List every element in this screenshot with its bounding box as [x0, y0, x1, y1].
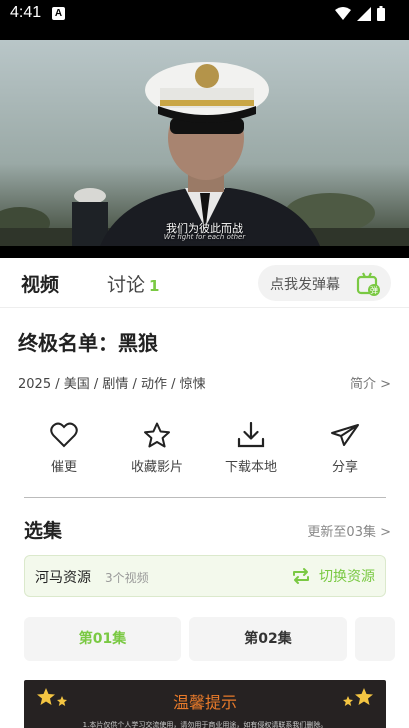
episode-button-2[interactable]: 第02集	[189, 617, 347, 661]
urge-update-label: 催更	[50, 460, 77, 475]
notification-icon: A	[52, 7, 65, 20]
episode-button-3[interactable]	[355, 617, 395, 661]
status-indicators	[335, 6, 385, 21]
source-name: 河马资源	[35, 570, 91, 586]
favorite-button[interactable]: 收藏影片	[112, 422, 202, 475]
content-tabs: 视频 讨论 1 点我发弹幕 弹	[0, 258, 409, 308]
download-icon	[237, 422, 265, 448]
danmaku-label: 点我发弹幕	[270, 277, 340, 293]
favorite-label: 收藏影片	[130, 460, 183, 475]
share-button[interactable]: 分享	[300, 422, 390, 475]
episodes-update-link[interactable]: 更新至03集 >	[307, 521, 391, 540]
subtitle-english: We fight for each other	[163, 233, 246, 241]
battery-icon	[377, 6, 385, 21]
switch-source-button[interactable]: 切换资源	[291, 566, 375, 586]
status-bar: 4:41 A	[0, 0, 409, 28]
download-label: 下载本地	[224, 460, 277, 475]
download-button[interactable]: 下载本地	[206, 422, 296, 475]
movie-title: 终极名单：黑狼	[18, 331, 158, 355]
video-player[interactable]: 我们为彼此而战 We fight for each other	[0, 28, 409, 258]
notice-title: 温馨提示	[172, 693, 237, 712]
tab-discuss-label: 讨论	[107, 274, 146, 296]
urge-update-button[interactable]: 催更	[19, 422, 109, 475]
source-count: 3个视频	[105, 571, 149, 585]
danmaku-input-button[interactable]: 点我发弹幕 弹	[258, 265, 391, 301]
source-selector[interactable]: 河马资源 3个视频 切换资源	[24, 555, 386, 597]
notice-text: 1.本片仅供个人学习交流使用，请勿用于商业用途，如有侵权请联系我们删除。	[82, 721, 328, 728]
episode-button-1[interactable]: 第01集	[24, 617, 181, 661]
section-divider	[24, 497, 386, 498]
wifi-icon	[335, 6, 351, 20]
action-row: 催更 收藏影片 下载本地 分享	[0, 422, 409, 484]
discuss-count-badge: 1	[149, 277, 160, 295]
notice-banner: 温馨提示 1.本片仅供个人学习交流使用，请勿用于商业用途，如有侵权请联系我们删除…	[24, 680, 386, 728]
episodes-title: 选集	[24, 520, 63, 542]
heart-icon	[50, 422, 78, 448]
tab-video[interactable]: 视频	[21, 270, 59, 297]
stars-icon	[343, 688, 373, 706]
share-icon	[331, 424, 359, 446]
movie-meta: 2025 / 美国 / 剧情 / 动作 / 惊悚	[18, 377, 206, 392]
danmaku-icon: 弹	[356, 272, 380, 296]
signal-icon	[357, 6, 371, 21]
status-time: 4:41	[10, 4, 42, 21]
switch-icon	[293, 568, 309, 584]
switch-source-label: 切换资源	[319, 569, 375, 585]
danmaku-icon-text: 弹	[370, 285, 378, 295]
star-icon	[144, 422, 170, 448]
tab-discuss[interactable]: 讨论 1	[107, 270, 159, 297]
share-label: 分享	[331, 460, 358, 475]
intro-link[interactable]: 简介 >	[350, 373, 391, 392]
